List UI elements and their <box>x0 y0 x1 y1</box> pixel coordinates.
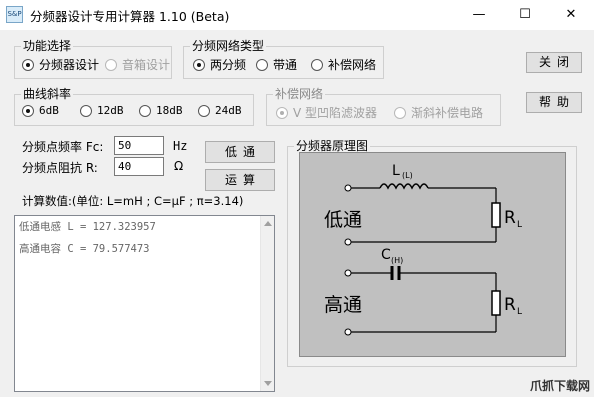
result-line-capacitance: 高通电容 C = 79.577473 <box>19 243 150 255</box>
slope-group: 曲线斜率 6dB 12dB 18dB 24dB <box>14 87 254 126</box>
radio-24db[interactable]: 24dB <box>198 104 242 117</box>
radio-label: V 型凹陷滤波器 <box>293 106 378 120</box>
inductor-label: L <box>392 163 400 179</box>
radio-two-way[interactable]: 两分频 <box>193 56 246 73</box>
close-window-button[interactable]: ✕ <box>548 0 594 30</box>
radio-12db[interactable]: 12dB <box>80 104 124 117</box>
radio-dot <box>139 104 151 117</box>
title-bar: S&P 分频器设计专用计算器 1.10 (Beta) — ☐ ✕ <box>0 0 594 30</box>
help-button[interactable]: 帮助 <box>526 92 582 113</box>
function-select-title: 功能选择 <box>21 39 74 53</box>
results-scrollbar[interactable] <box>260 216 274 391</box>
radio-dot <box>22 104 34 117</box>
radio-label: 24dB <box>215 104 242 117</box>
radio-dot <box>80 104 92 117</box>
radio-dot <box>22 58 34 71</box>
low-resistor-label: R <box>504 208 516 228</box>
low-pass-button-label: 低通 <box>224 145 261 159</box>
compensation-title: 补偿网络 <box>273 87 326 101</box>
capacitor-sub: (H) <box>391 256 403 265</box>
resistor-icon <box>491 202 501 228</box>
radio-label: 两分频 <box>210 58 247 72</box>
radio-dot <box>193 58 205 71</box>
app-icon: S&P <box>6 6 23 23</box>
compensation-group: 补偿网络 V 型凹陷滤波器 渐斜补偿电路 <box>266 87 501 126</box>
scroll-up-icon[interactable] <box>264 221 272 226</box>
radio-dot <box>256 58 268 71</box>
crossover-schematic: L (L) R L 低通 C (H) R L 高通 <box>324 163 522 336</box>
frequency-unit: Hz <box>173 139 188 153</box>
radio-label: 6dB <box>39 104 59 117</box>
inductor-icon <box>379 183 429 190</box>
network-type-group: 分频网络类型 两分频 带通 补偿网络 <box>183 39 384 79</box>
close-button-label: 关闭 <box>538 55 575 69</box>
maximize-button[interactable]: ☐ <box>502 0 548 30</box>
window-title: 分频器设计专用计算器 1.10 (Beta) <box>30 9 230 24</box>
radio-dot <box>198 104 210 117</box>
radio-label: 音箱设计 <box>122 58 171 72</box>
high-resistor-sub: L <box>517 307 522 317</box>
terminal-icon <box>344 269 352 277</box>
results-textarea[interactable]: 低通电感 L = 127.323957 高通电容 C = 79.577473 <box>14 215 275 392</box>
calculate-button[interactable]: 运算 <box>205 169 275 191</box>
scroll-down-icon[interactable] <box>264 381 272 386</box>
radio-dot <box>276 106 288 119</box>
radio-dot <box>105 58 117 71</box>
radio-label: 分频器设计 <box>39 58 100 72</box>
high-resistor-label: R <box>504 295 516 315</box>
calculate-button-label: 运算 <box>224 173 261 187</box>
radio-slope-compensation: 渐斜补偿电路 <box>394 104 483 121</box>
radio-compensation[interactable]: 补偿网络 <box>311 56 376 73</box>
terminal-icon <box>344 184 352 192</box>
low-pass-button[interactable]: 低通 <box>205 141 275 163</box>
terminal-icon <box>344 238 352 246</box>
inductor-sub: (L) <box>402 171 413 180</box>
radio-label: 12dB <box>97 104 124 117</box>
impedance-unit: Ω <box>174 159 184 173</box>
radio-band-pass[interactable]: 带通 <box>256 56 297 73</box>
low-pass-circuit: L (L) R L 低通 <box>324 163 522 246</box>
radio-dot <box>394 106 406 119</box>
function-select-group: 功能选择 分频器设计 音箱设计 <box>14 39 172 79</box>
help-button-label: 帮助 <box>538 95 575 109</box>
low-resistor-sub: L <box>517 220 522 230</box>
radio-18db[interactable]: 18dB <box>139 104 183 117</box>
schematic-diagram: L (L) R L 低通 C (H) R L 高通 <box>299 152 566 357</box>
close-button[interactable]: 关闭 <box>526 52 582 73</box>
radio-6db[interactable]: 6dB <box>22 104 59 117</box>
frequency-label: 分频点频率 Fc: <box>22 140 104 154</box>
high-pass-circuit: C (H) R L 高通 <box>324 247 522 336</box>
result-line-inductance: 低通电感 L = 127.323957 <box>19 221 156 233</box>
minimize-button[interactable]: — <box>456 0 502 30</box>
radio-label: 渐斜补偿电路 <box>411 106 484 120</box>
low-pass-label: 低通 <box>324 209 362 231</box>
watermark: 爪抓下载网 <box>529 379 590 393</box>
radio-divider-design[interactable]: 分频器设计 <box>22 56 99 73</box>
radio-label: 带通 <box>273 58 298 72</box>
high-pass-label: 高通 <box>324 294 362 316</box>
impedance-input[interactable]: 40 <box>114 157 164 176</box>
frequency-input[interactable]: 50 <box>114 136 164 155</box>
results-header: 计算数值:(单位: L=mH ; C=μF ; π=3.14) <box>22 194 244 208</box>
radio-label: 补偿网络 <box>328 58 377 72</box>
radio-label: 18dB <box>156 104 183 117</box>
schematic-title: 分频器原理图 <box>294 139 371 153</box>
slope-title: 曲线斜率 <box>21 87 74 101</box>
radio-speaker-design: 音箱设计 <box>105 56 170 73</box>
radio-v-notch-filter: V 型凹陷滤波器 <box>276 104 377 121</box>
network-type-title: 分频网络类型 <box>190 39 267 53</box>
client-area: 功能选择 分频器设计 音箱设计 分频网络类型 两分频 带通 补偿网络 曲线斜率 <box>0 30 594 397</box>
capacitor-label: C <box>381 247 391 263</box>
resistor-icon <box>491 290 501 316</box>
terminal-icon <box>344 328 352 336</box>
impedance-label: 分频点阻抗 R: <box>22 161 98 175</box>
radio-dot <box>311 58 323 71</box>
